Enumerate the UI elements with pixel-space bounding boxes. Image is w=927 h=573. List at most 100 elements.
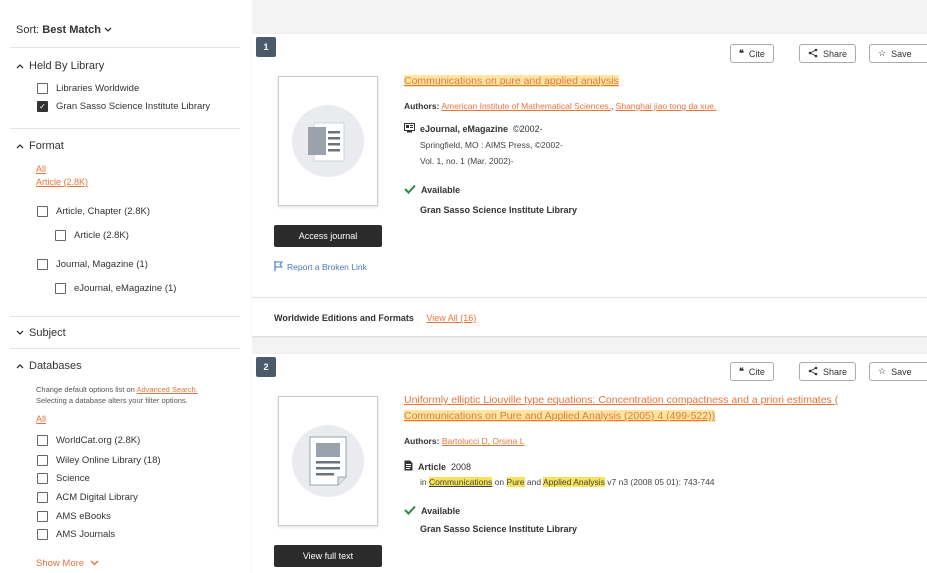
checkbox[interactable] bbox=[37, 473, 48, 484]
checkbox[interactable] bbox=[37, 511, 48, 522]
result-format: eJournal, eMagazine ©2002- bbox=[404, 123, 543, 135]
view-full-text-button[interactable]: View full text bbox=[274, 545, 382, 567]
result-card: 1 ❝ Cite Share ☆ Save Communications on … bbox=[252, 34, 927, 336]
held-by-library-toggle[interactable]: Held By Library bbox=[16, 60, 104, 72]
show-more-label: Show More bbox=[36, 558, 85, 569]
availability-status: Available bbox=[404, 184, 460, 196]
article-icon bbox=[292, 425, 364, 497]
save-label: Save bbox=[891, 48, 912, 59]
filter-ams-ebooks[interactable]: AMS eBooks bbox=[37, 511, 111, 522]
filter-acm[interactable]: ACM Digital Library bbox=[37, 492, 138, 503]
author-link[interactable]: Shanghai jiao tong da xue. bbox=[616, 101, 717, 111]
checkbox[interactable] bbox=[37, 492, 48, 503]
filter-journal-magazine[interactable]: Journal, Magazine (1) bbox=[37, 259, 148, 270]
chevron-down-icon bbox=[16, 327, 24, 339]
journal-thumbnail bbox=[278, 76, 378, 206]
checkmark-icon bbox=[404, 184, 416, 196]
share-icon bbox=[808, 366, 818, 378]
subject-toggle[interactable]: Subject bbox=[16, 327, 66, 339]
checkbox[interactable] bbox=[37, 259, 48, 270]
filter-label: AMS Journals bbox=[56, 529, 116, 540]
share-icon bbox=[808, 48, 818, 60]
filter-label: Article, Chapter (2.8K) bbox=[56, 206, 150, 217]
databases-note: Change default options list on Advanced … bbox=[36, 385, 198, 405]
save-button[interactable]: ☆ Save bbox=[869, 362, 927, 381]
result-authors: Authors: Bartolucci D, Orsina L bbox=[404, 436, 525, 446]
checkbox-checked[interactable]: ✓ bbox=[37, 101, 48, 112]
save-button[interactable]: ☆ Save bbox=[869, 44, 927, 63]
divider bbox=[10, 316, 240, 317]
checkbox[interactable] bbox=[37, 83, 48, 94]
section-title: Held By Library bbox=[29, 60, 105, 72]
checkbox[interactable] bbox=[37, 435, 48, 446]
chevron-up-icon bbox=[16, 140, 24, 152]
databases-toggle[interactable]: Databases bbox=[16, 360, 82, 372]
advanced-search-link[interactable]: Advanced Search. bbox=[137, 385, 198, 394]
checkbox[interactable] bbox=[37, 529, 48, 540]
filter-science[interactable]: Science bbox=[37, 473, 90, 484]
result-title: Uniformly elliptic Liouville type equati… bbox=[404, 394, 839, 406]
result-source: in Communications on Pure and Applied An… bbox=[420, 477, 715, 487]
share-label: Share bbox=[823, 48, 848, 59]
divider bbox=[252, 297, 927, 298]
filter-article[interactable]: Article (2.8K) bbox=[55, 230, 129, 241]
divider bbox=[10, 348, 240, 349]
author-link[interactable]: American Institute of Mathematical Scien… bbox=[441, 101, 611, 111]
show-more-link[interactable]: Show More bbox=[36, 558, 99, 569]
filter-libraries-worldwide[interactable]: Libraries Worldwide bbox=[37, 83, 139, 94]
filter-wiley[interactable]: Wiley Online Library (18) bbox=[37, 455, 161, 466]
results-area: 1 ❝ Cite Share ☆ Save Communications on … bbox=[252, 0, 927, 573]
result-title: Communications on pure and applied analy… bbox=[404, 75, 619, 87]
holding-library: Gran Sasso Science Institute Library bbox=[420, 205, 578, 215]
quote-icon: ❝ bbox=[739, 366, 744, 376]
checkbox[interactable] bbox=[37, 455, 48, 466]
cite-label: Cite bbox=[748, 48, 765, 59]
cite-button[interactable]: ❝ Cite bbox=[730, 362, 774, 381]
filter-label: Journal, Magazine (1) bbox=[56, 259, 148, 270]
view-all-editions-link[interactable]: View All (16) bbox=[426, 313, 476, 323]
result-index: 2 bbox=[256, 357, 276, 377]
result-title-link[interactable]: Uniformly elliptic Liouville type equati… bbox=[404, 392, 884, 424]
format-all-link[interactable]: All bbox=[36, 164, 46, 174]
filter-article-chapter[interactable]: Article, Chapter (2.8K) bbox=[37, 206, 150, 217]
cite-button[interactable]: ❝ Cite bbox=[730, 44, 774, 63]
share-label: Share bbox=[823, 366, 848, 377]
availability-status: Available bbox=[404, 505, 460, 517]
author-link[interactable]: Bartolucci D, Orsina L bbox=[442, 436, 525, 446]
divider bbox=[10, 128, 240, 129]
chevron-up-icon bbox=[16, 360, 24, 372]
filter-label: Libraries Worldwide bbox=[56, 83, 140, 94]
save-label: Save bbox=[891, 366, 912, 377]
filter-ejournal[interactable]: eJournal, eMagazine (1) bbox=[55, 283, 176, 294]
report-broken-link[interactable]: Report a Broken Link bbox=[274, 261, 367, 273]
sort-label: Sort: bbox=[16, 24, 40, 36]
format-toggle[interactable]: Format bbox=[16, 140, 64, 152]
filter-ams-journals[interactable]: AMS Journals bbox=[37, 529, 115, 540]
result-title-link[interactable]: Communications on pure and applied analy… bbox=[404, 73, 884, 89]
filter-gran-sasso-library[interactable]: ✓ Gran Sasso Science Institute Library bbox=[37, 101, 210, 112]
section-title: Databases bbox=[29, 360, 82, 372]
chevron-up-icon bbox=[16, 60, 24, 72]
filter-label: eJournal, eMagazine (1) bbox=[74, 283, 177, 294]
journal-icon bbox=[292, 105, 364, 177]
document-icon bbox=[404, 460, 413, 473]
star-icon: ☆ bbox=[878, 366, 887, 376]
filter-label: Wiley Online Library (18) bbox=[56, 455, 161, 466]
section-title: Format bbox=[29, 140, 64, 152]
share-button[interactable]: Share bbox=[799, 44, 857, 63]
format-article-link[interactable]: Article (2.8K) bbox=[36, 177, 88, 187]
access-journal-button[interactable]: Access journal bbox=[274, 225, 382, 247]
checkbox[interactable] bbox=[55, 230, 66, 241]
checkbox[interactable] bbox=[37, 206, 48, 217]
databases-all-link[interactable]: All bbox=[36, 414, 46, 424]
filter-sidebar: Sort: Best Match Held By Library Librari… bbox=[0, 0, 248, 573]
divider bbox=[10, 47, 240, 48]
section-title: Subject bbox=[29, 327, 66, 339]
filter-worldcat[interactable]: WorldCat.org (2.8K) bbox=[37, 435, 140, 446]
share-button[interactable]: Share bbox=[799, 362, 857, 381]
result-publisher: Springfield, MO : AIMS Press, ©2002- bbox=[420, 140, 563, 150]
checkbox[interactable] bbox=[55, 283, 66, 294]
ejournal-icon bbox=[404, 123, 415, 135]
sort-dropdown[interactable]: Sort: Best Match bbox=[16, 24, 112, 36]
flag-icon bbox=[274, 261, 284, 273]
